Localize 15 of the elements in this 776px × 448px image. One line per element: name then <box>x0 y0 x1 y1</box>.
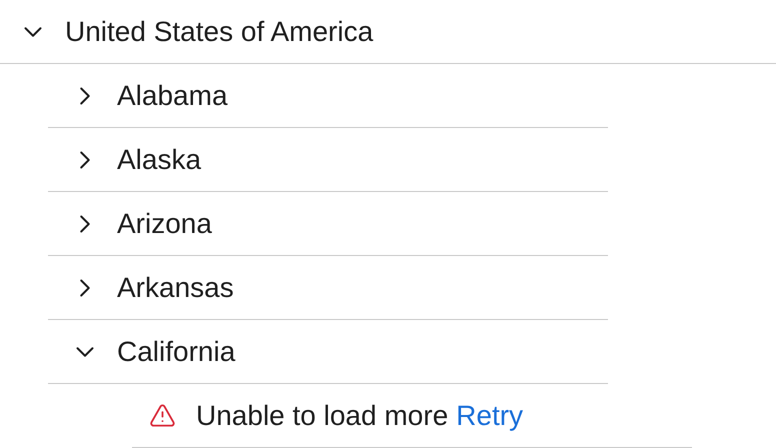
node-label: Alabama <box>117 80 228 112</box>
tree-row[interactable]: Arkansas <box>48 256 608 320</box>
node-label: Alaska <box>117 144 202 176</box>
node-label: United States of America <box>65 16 374 48</box>
node-label: Arkansas <box>117 272 234 304</box>
warning-icon <box>149 402 176 429</box>
node-label: California <box>117 336 236 368</box>
tree-row[interactable]: California <box>48 320 608 384</box>
tree-row[interactable]: Alabama <box>48 64 608 128</box>
tree-row[interactable]: United States of America <box>0 0 776 64</box>
node-label: Arizona <box>117 208 212 240</box>
tree-row[interactable]: Arizona <box>48 192 608 256</box>
error-message: Unable to load more <box>196 400 448 432</box>
tree-row[interactable]: Alaska <box>48 128 608 192</box>
retry-link[interactable]: Retry <box>456 400 524 432</box>
